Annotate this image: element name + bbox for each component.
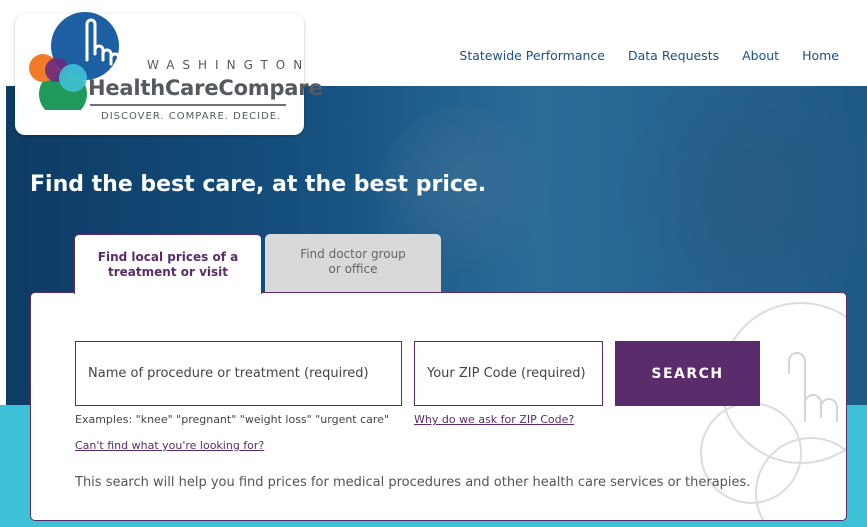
search-panel: Name of procedure or treatment (required… <box>30 292 847 521</box>
nav-statewide-performance[interactable]: Statewide Performance <box>459 48 605 63</box>
tab-local-prices[interactable]: Find local prices of a treatment or visi… <box>74 234 262 294</box>
hero-photo-nurse <box>616 86 866 326</box>
tab-doctor-group-line2: or office <box>328 262 378 276</box>
why-zip-link[interactable]: Why do we ask for ZIP Code? <box>414 413 574 426</box>
search-examples: Examples: "knee" "pregnant" "weight loss… <box>75 413 390 426</box>
search-description: This search will help you find prices fo… <box>75 475 751 490</box>
tab-doctor-group-line1: Find doctor group <box>300 247 406 261</box>
logo-name: HealthCareCompare <box>88 76 323 100</box>
logo-divider <box>90 104 286 106</box>
logo-tagline: DISCOVER. COMPARE. DECIDE. <box>101 111 282 122</box>
nav-data-requests[interactable]: Data Requests <box>628 48 719 63</box>
tab-local-prices-line2: treatment or visit <box>108 265 228 279</box>
zip-code-placeholder: Your ZIP Code (required) <box>427 366 586 381</box>
hero-headline: Find the best care, at the best price. <box>30 172 487 197</box>
nav-about[interactable]: About <box>742 48 779 63</box>
cant-find-link[interactable]: Can't find what you're looking for? <box>75 439 264 452</box>
tab-doctor-group[interactable]: Find doctor group or office <box>265 234 441 292</box>
search-button[interactable]: SEARCH <box>615 341 760 406</box>
main-nav: Statewide Performance Data Requests Abou… <box>459 48 839 63</box>
procedure-search-placeholder: Name of procedure or treatment (required… <box>88 366 369 381</box>
logo-state: WASHINGTON <box>147 58 311 72</box>
tab-local-prices-line1: Find local prices of a <box>97 250 239 264</box>
nav-home[interactable]: Home <box>802 48 839 63</box>
zip-code-input[interactable]: Your ZIP Code (required) <box>414 341 603 406</box>
procedure-search-input[interactable]: Name of procedure or treatment (required… <box>75 341 402 406</box>
site-logo[interactable]: WASHINGTON HealthCareCompare DISCOVER. C… <box>15 12 323 135</box>
